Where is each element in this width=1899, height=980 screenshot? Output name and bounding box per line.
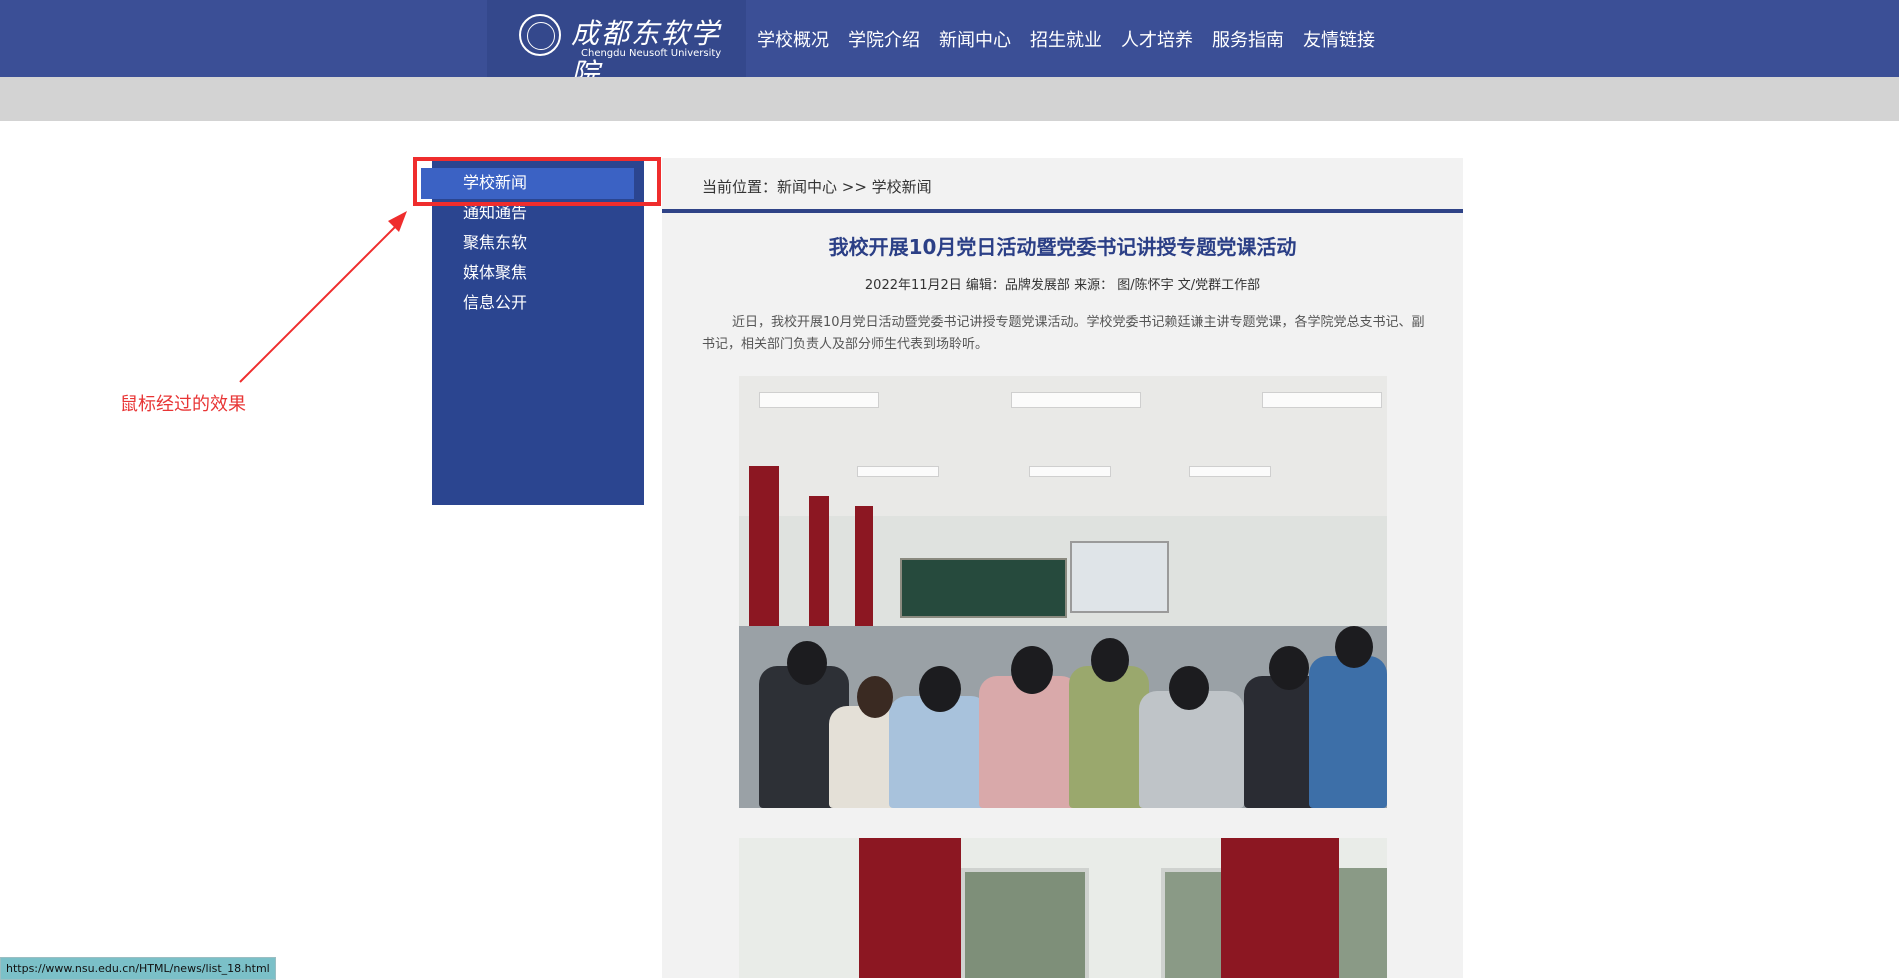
logo-english-name: Chengdu Neusoft University [581,48,722,59]
sidebar-item-info-disclosure[interactable]: 信息公开 [432,288,644,318]
nav-item-college-intro[interactable]: 学院介绍 [848,26,920,52]
nav-item-admissions[interactable]: 招生就业 [1030,26,1102,52]
site-header: 成都东软学院 Chengdu Neusoft University 学校概况 学… [0,0,1899,90]
nav-item-talent-training[interactable]: 人才培养 [1121,26,1193,52]
banner-strip [0,77,1899,121]
article-body: 近日，我校开展10月党日活动暨党委书记讲授专题党课活动。学校党委书记赖廷谦主讲专… [702,315,1425,352]
nav-item-school-overview[interactable]: 学校概况 [757,26,829,52]
main-nav: 学校概况 学院介绍 新闻中心 招生就业 人才培养 服务指南 友情链接 [757,0,1394,77]
sidebar-item-media-focus[interactable]: 媒体聚焦 [432,258,644,288]
article-photo-classroom [739,376,1387,808]
breadcrumb-divider [662,209,1463,213]
annotation-highlight-box [413,157,661,206]
article-photo-windows [739,838,1387,978]
article-title: 我校开展10月党日活动暨党委书记讲授专题党课活动 [828,235,1297,259]
university-emblem-icon [519,14,561,56]
nav-item-service-guide[interactable]: 服务指南 [1212,26,1284,52]
annotation-label: 鼠标经过的效果 [120,394,246,415]
nav-item-links[interactable]: 友情链接 [1303,26,1375,52]
article-panel: 当前位置：新闻中心 >> 学校新闻 我校开展10月党日活动暨党委书记讲授专题党课… [662,158,1463,978]
status-bar-url: https://www.nsu.edu.cn/HTML/news/list_18… [0,957,276,980]
breadcrumb: 当前位置：新闻中心 >> 学校新闻 [702,178,932,196]
article-meta: 2022年11月2日 编辑：品牌发展部 来源： 图/陈怀宇 文/党群工作部 [864,278,1261,293]
nav-item-news-center[interactable]: 新闻中心 [939,26,1011,52]
sidebar-item-focus-neusoft[interactable]: 聚焦东软 [432,228,644,258]
site-logo[interactable]: 成都东软学院 Chengdu Neusoft University [487,0,746,90]
